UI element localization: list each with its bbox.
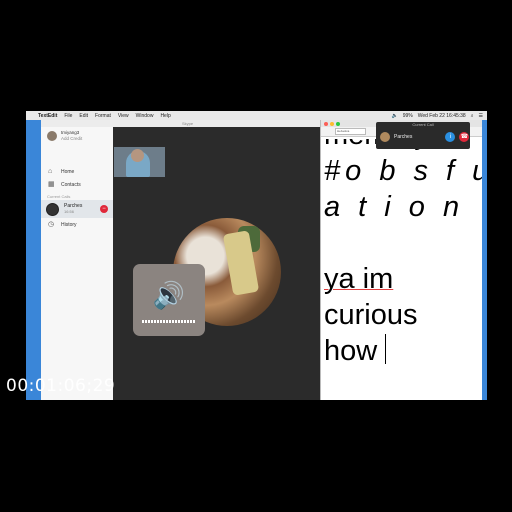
volume-overlay: 🔊 (133, 264, 205, 336)
text-line: curious (324, 299, 418, 331)
self-video-head (131, 149, 144, 162)
call-duration: 16:56 (64, 209, 75, 214)
profile[interactable]: tmiyang3 Add Credit (47, 130, 82, 142)
history-icon: ◷ (48, 221, 55, 228)
menu-file[interactable]: File (64, 113, 72, 119)
menu-help[interactable]: Help (160, 113, 170, 119)
font-family-select[interactable]: Helvetica (335, 128, 366, 135)
notification-center-icon[interactable]: ☰ (479, 113, 483, 119)
call-info-icon[interactable]: i (445, 132, 456, 142)
battery-status[interactable]: 99% (403, 113, 413, 119)
sidebar-item-history[interactable]: ◷ History (41, 218, 113, 231)
text-caret (385, 334, 387, 364)
menu-bar: TextEdit File Edit Format View Window He… (26, 111, 487, 120)
current-call-panel: Current Call Parches i ☎ (376, 122, 470, 149)
sidebar-item-current-call[interactable]: Parches 16:56 − (41, 200, 113, 218)
home-icon: ⌂ (48, 168, 53, 175)
sidebar-item-contacts[interactable]: ▦ Contacts (41, 178, 113, 191)
text-line: a t i o n (324, 191, 465, 223)
contacts-icon: ▦ (48, 181, 55, 188)
current-calls-label: Current Calls (47, 194, 71, 199)
sidebar-item-home[interactable]: ⌂ Home (41, 165, 113, 178)
skype-title: Skype (41, 120, 334, 127)
menu-view[interactable]: View (118, 113, 129, 119)
avatar (380, 132, 390, 142)
hang-up-icon[interactable]: ☎ (459, 132, 470, 142)
video-timecode: 00:01:06;29 (6, 376, 116, 396)
text-line: #o b s f u c (324, 155, 482, 187)
end-call-icon[interactable]: − (100, 205, 108, 213)
speaker-icon: 🔊 (152, 279, 186, 310)
menu-window[interactable]: Window (136, 113, 154, 119)
text-line (324, 225, 482, 261)
menu-app-name[interactable]: TextEdit (38, 113, 57, 119)
sidebar-item-label: History (61, 221, 77, 228)
call-contact-name: Parches (394, 134, 413, 140)
volume-status-icon[interactable]: 🔈 (391, 113, 397, 119)
text-line: ya im (324, 263, 394, 295)
avatar (47, 131, 57, 141)
menu-edit[interactable]: Edit (79, 113, 88, 119)
sidebar-item-label: Home (61, 168, 75, 175)
sidebar-nav: ⌂ Home ▦ Contacts Current Calls Parches … (41, 165, 113, 231)
avatar (46, 202, 59, 216)
volume-level-indicator (142, 319, 196, 323)
skype-sidebar: tmiyang3 Add Credit ⌂ Home ▦ Contacts Cu… (41, 127, 114, 400)
minimize-icon[interactable] (330, 121, 334, 126)
textedit-window: Helvetica memory? #o b s f u c a t i o n… (320, 120, 482, 400)
self-video-preview[interactable] (114, 147, 165, 177)
menu-format[interactable]: Format (95, 113, 111, 119)
document-text-area[interactable]: memory? #o b s f u c a t i o n ya im cur… (324, 139, 482, 400)
menu-clock[interactable]: Wed Feb 22 16:45:38 (418, 113, 466, 119)
spotlight-icon[interactable]: ⌕ (471, 113, 474, 119)
text-line: how (324, 335, 378, 367)
zoom-icon[interactable] (336, 121, 340, 126)
sidebar-item-label: Contacts (61, 181, 81, 188)
add-credit-link[interactable]: Add Credit (61, 136, 82, 142)
mac-screen: TextEdit File Edit Format View Window He… (26, 111, 487, 400)
close-icon[interactable] (324, 121, 328, 126)
